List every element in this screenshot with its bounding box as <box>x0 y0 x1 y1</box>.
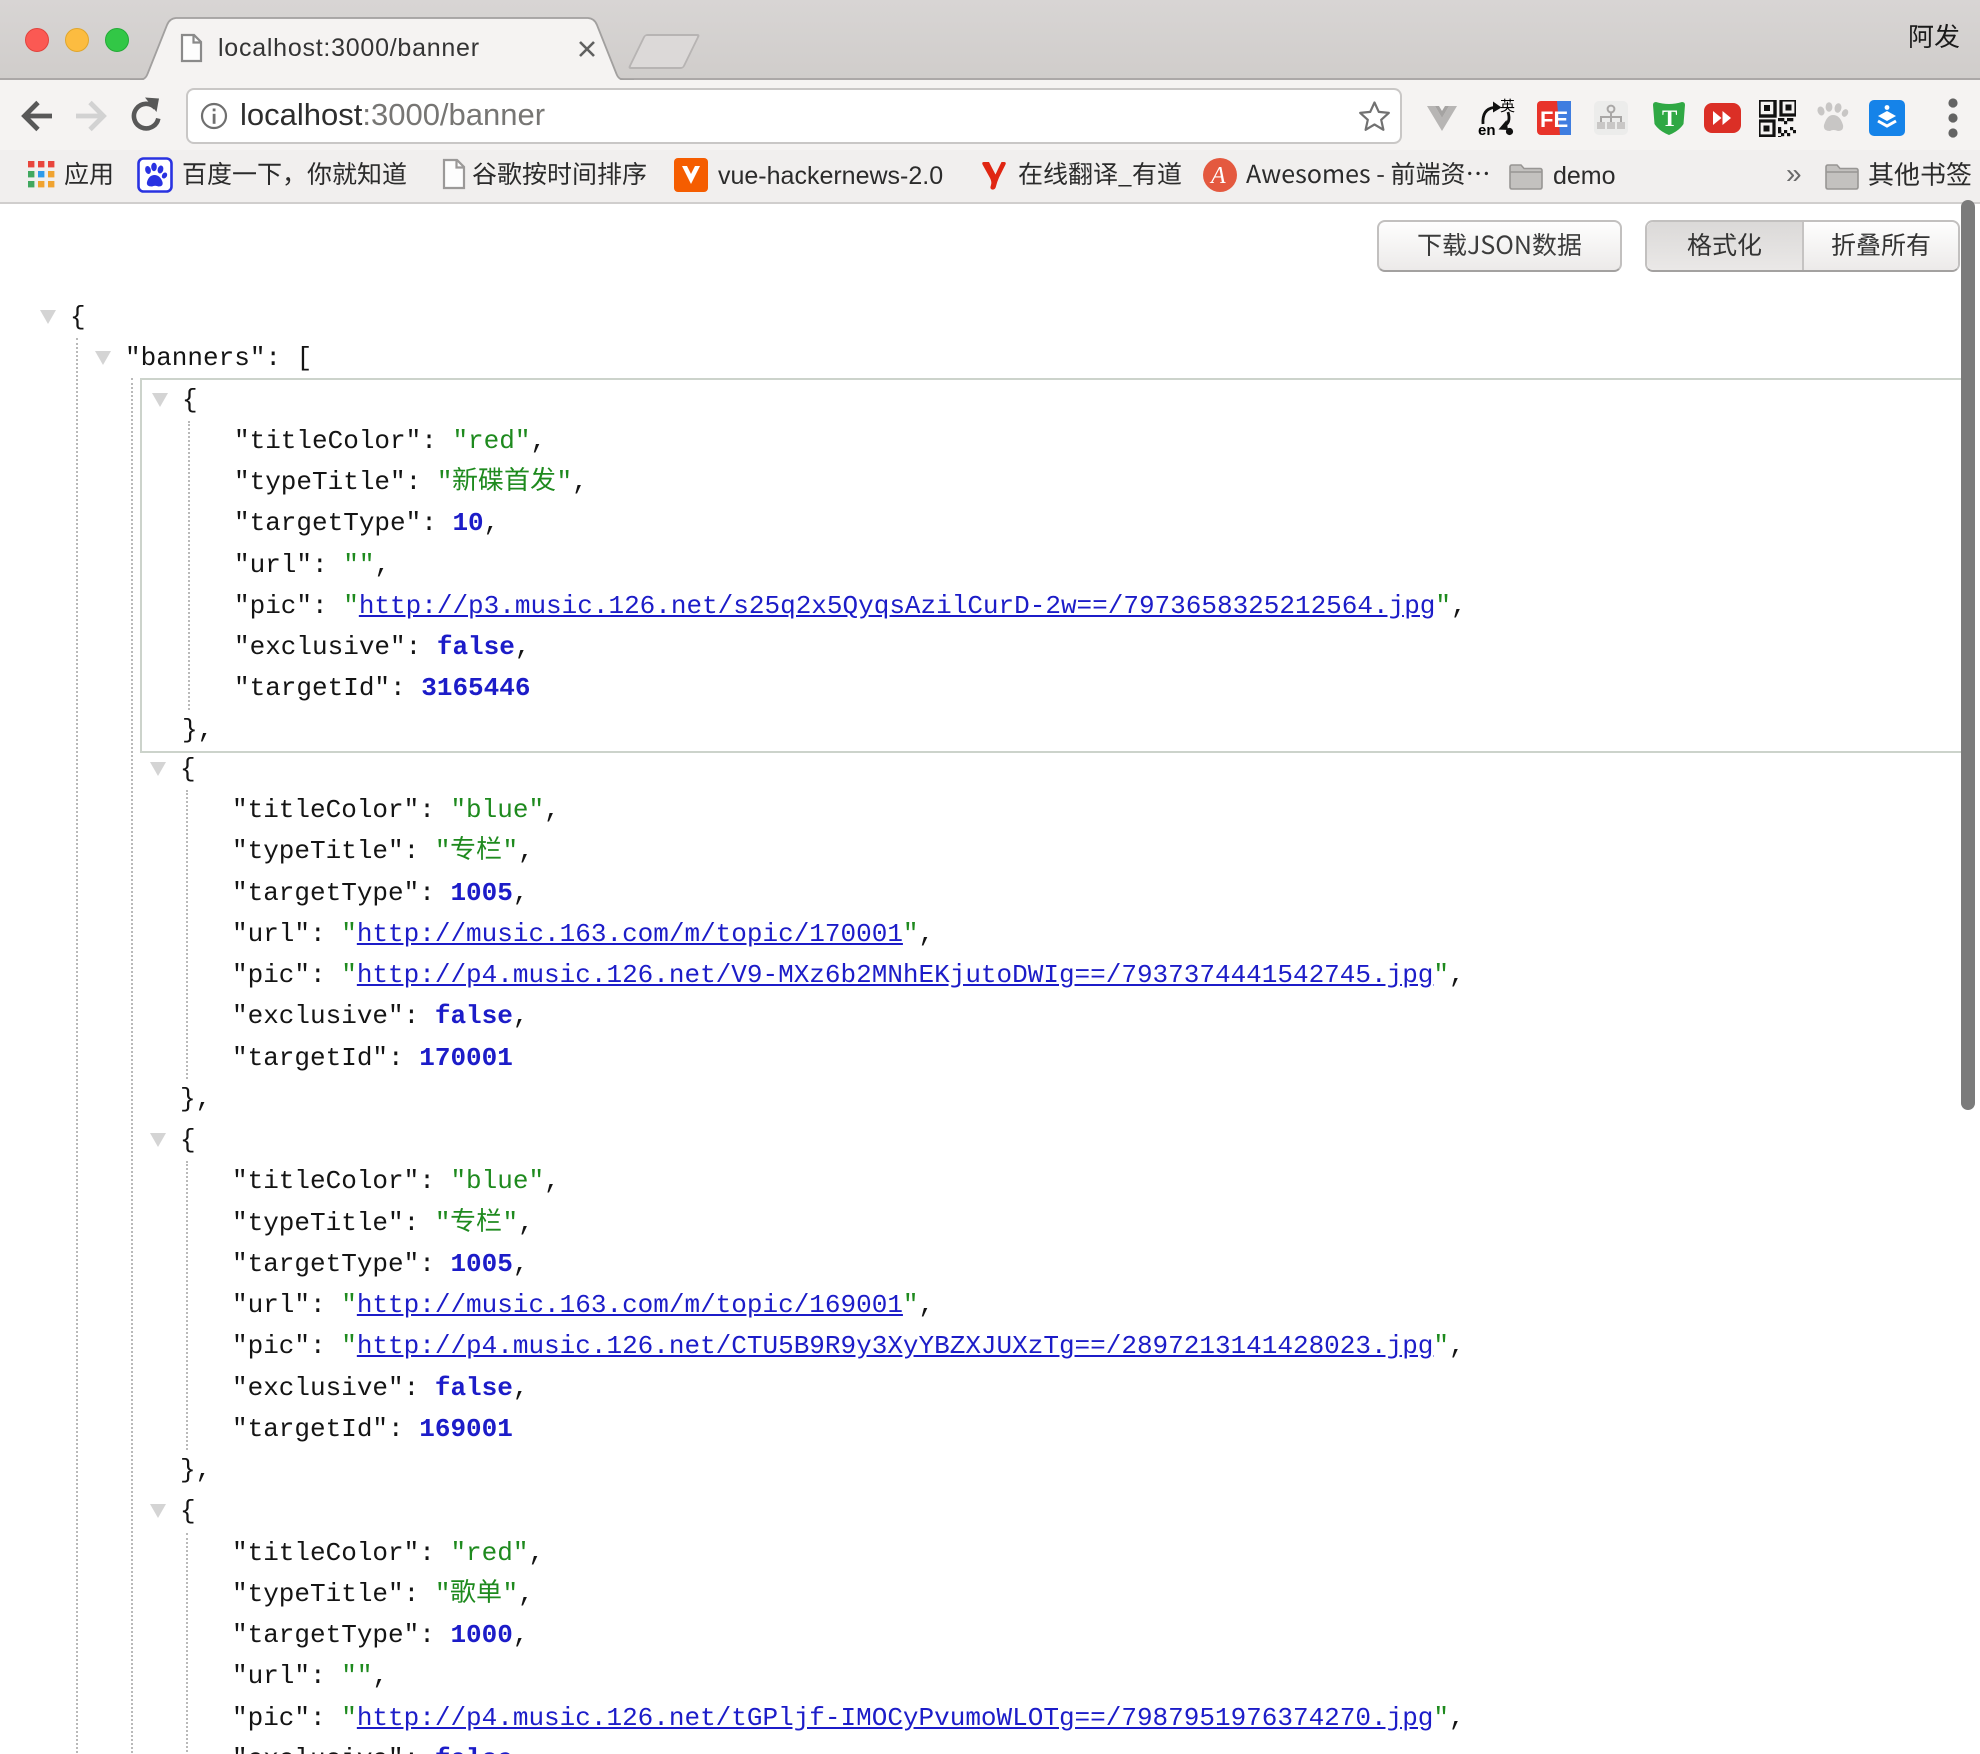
svg-text:FE: FE <box>1540 107 1568 132</box>
svg-text:en: en <box>1478 122 1496 138</box>
svg-text:T: T <box>1662 106 1677 131</box>
svg-text:A: A <box>1209 163 1226 189</box>
